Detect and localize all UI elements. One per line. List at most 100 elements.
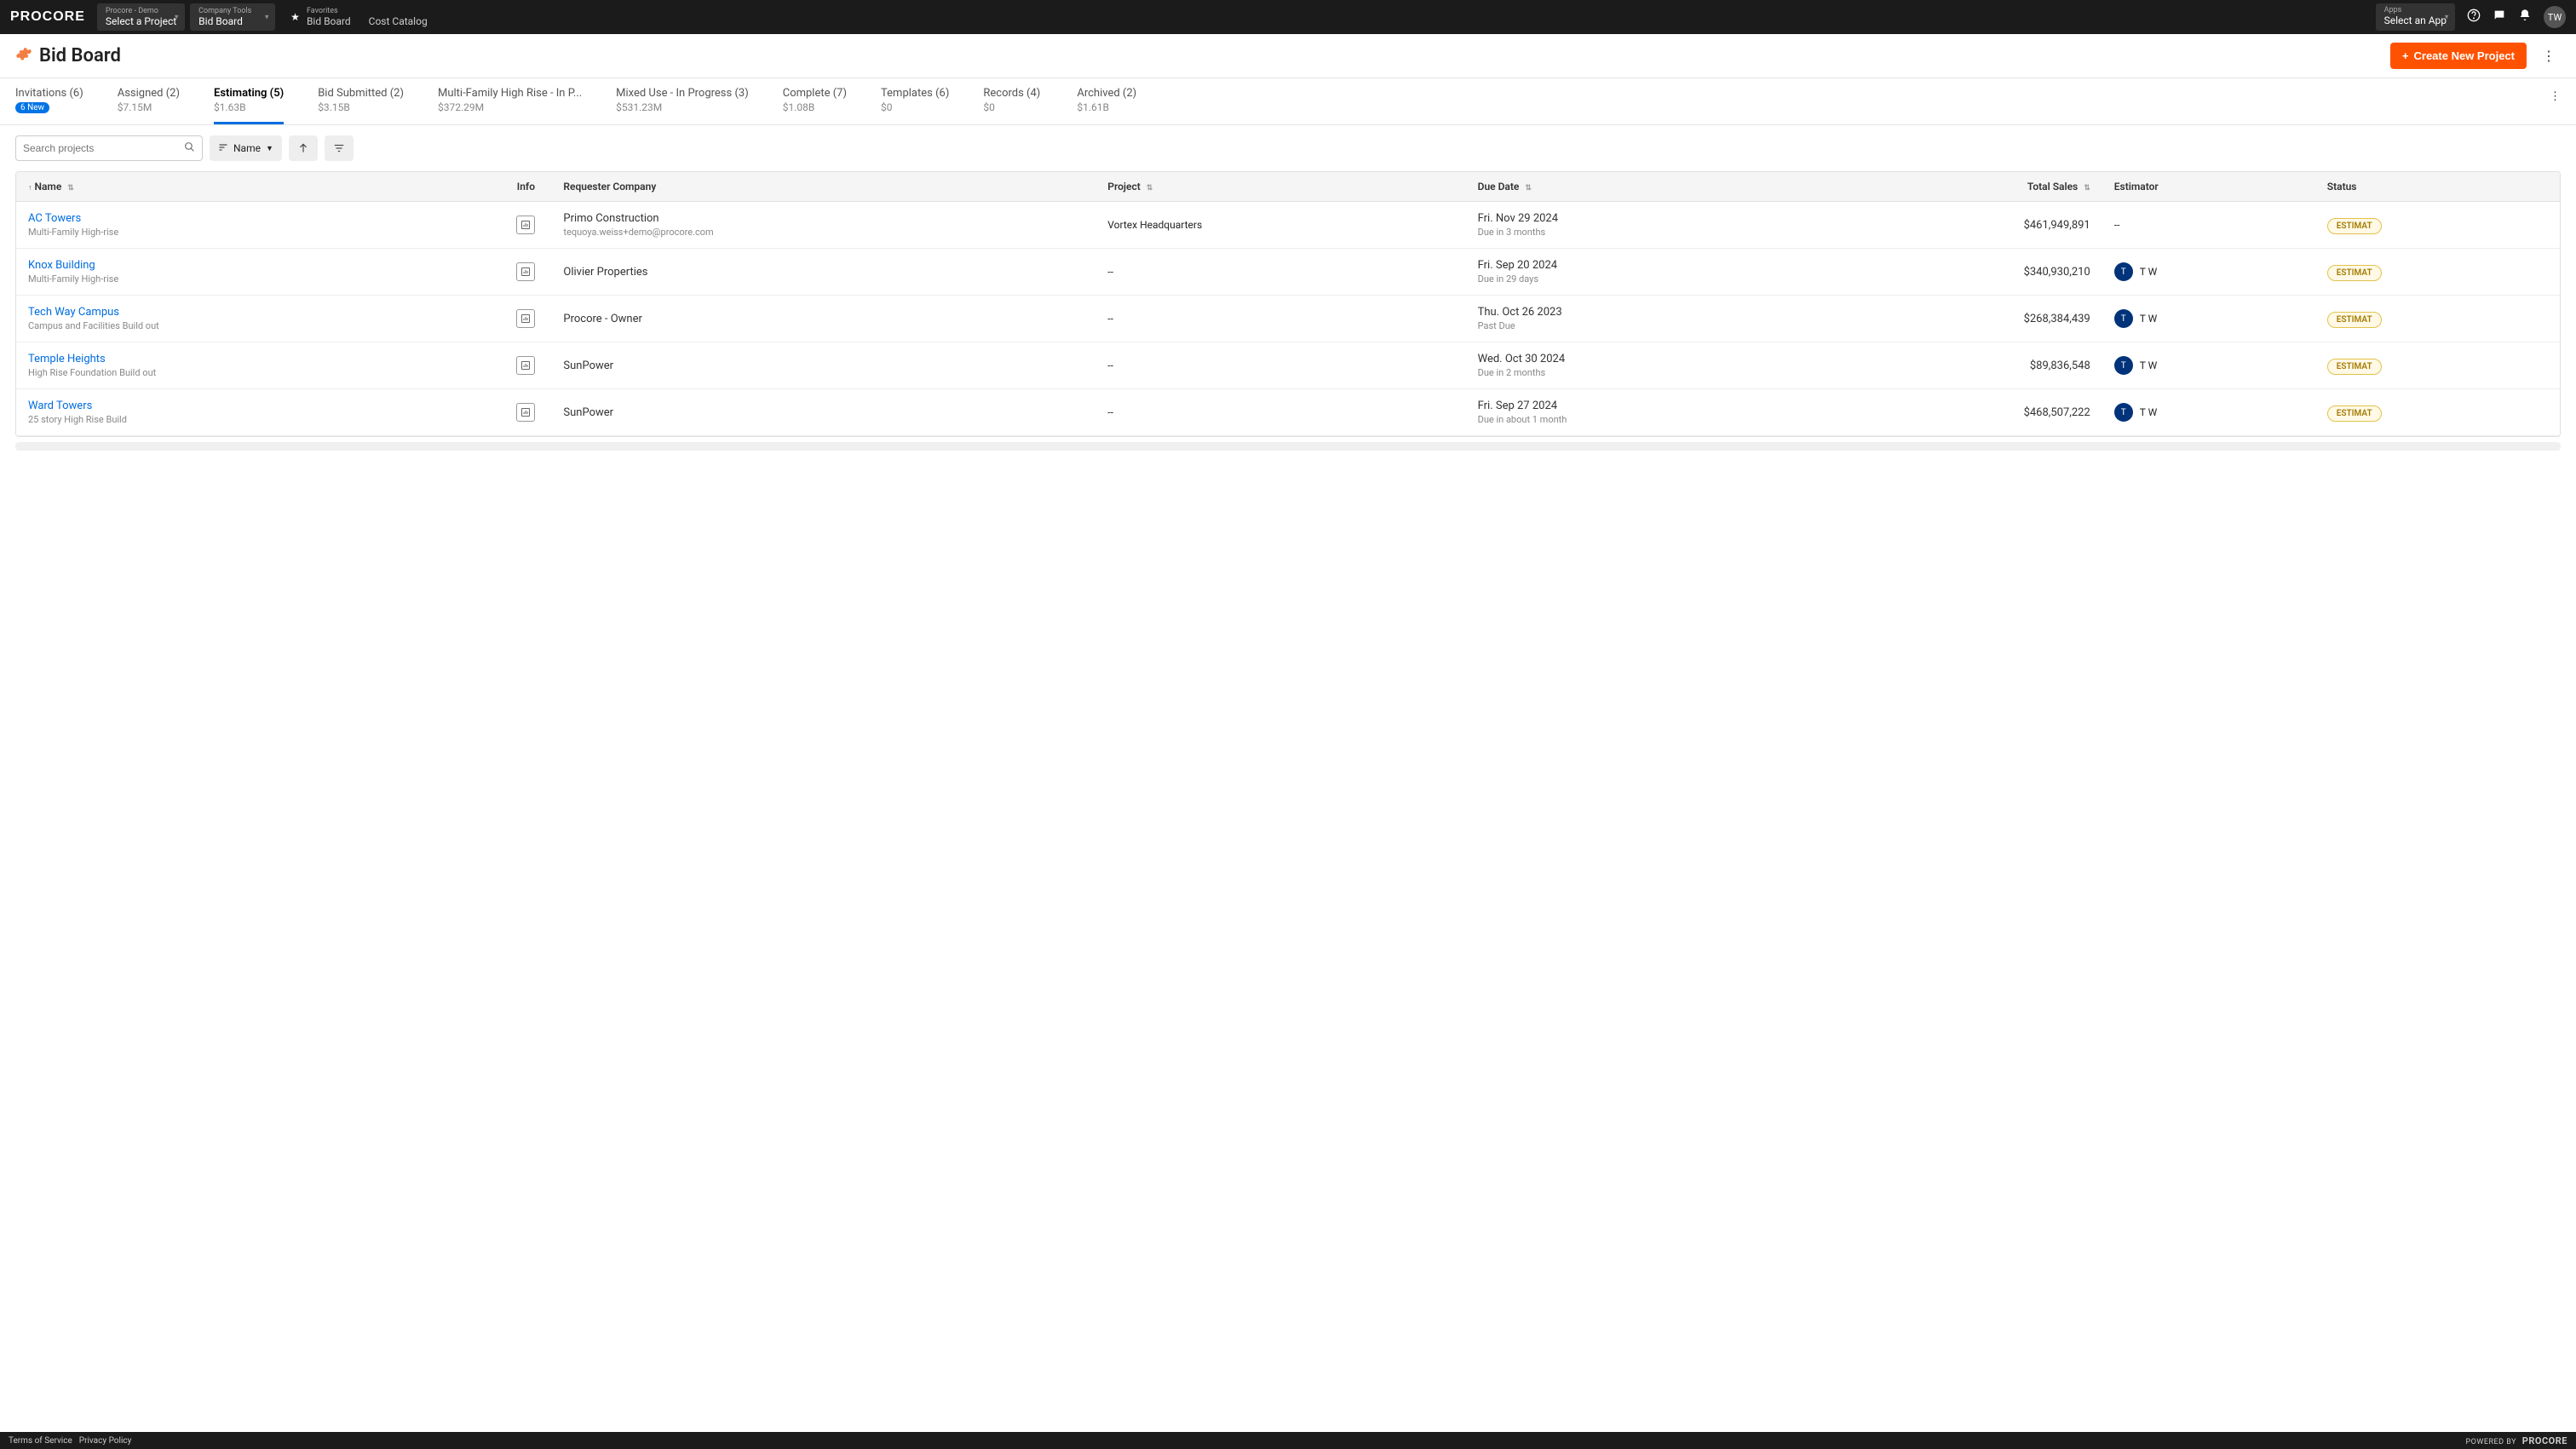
- project-cell: --: [1107, 313, 1113, 325]
- procore-logo: PROCORE: [10, 9, 85, 25]
- due-date: Fri. Nov 29 2024: [1478, 212, 1808, 225]
- projects-table-wrapper: ↑ Name ⇅ Info Requester Company Project …: [15, 171, 2561, 437]
- apps-dropdown[interactable]: Apps Select an App ▼: [2376, 3, 2455, 31]
- stage-tab[interactable]: Mixed Use - In Progress (3)$531.23M: [616, 83, 749, 124]
- requester-company: Procore - Owner: [563, 313, 1084, 325]
- project-cell: Vortex Headquarters: [1107, 219, 1202, 231]
- stage-tab[interactable]: Archived (2)$1.61B: [1077, 83, 1136, 124]
- tab-label: Multi-Family High Rise - In P...: [438, 87, 582, 100]
- due-date: Fri. Sep 27 2024: [1478, 400, 1808, 412]
- tab-subtext: $372.29M: [438, 101, 582, 113]
- stage-tab[interactable]: Assigned (2)$7.15M: [118, 83, 180, 124]
- project-name-link[interactable]: Temple Heights: [28, 353, 488, 365]
- favorites-label: Favorites: [307, 7, 443, 15]
- chat-icon[interactable]: [2493, 9, 2506, 26]
- sort-direction-button[interactable]: [289, 135, 318, 161]
- project-selector-dropdown[interactable]: Procore - Demo Select a Project ▼: [97, 3, 185, 31]
- status-badge: ESTIMAT: [2327, 405, 2382, 422]
- bell-icon[interactable]: [2518, 9, 2532, 26]
- create-new-project-button[interactable]: + Create New Project: [2390, 43, 2527, 69]
- col-due[interactable]: Due Date ⇅: [1466, 172, 1820, 202]
- col-estimator[interactable]: Estimator: [2102, 172, 2315, 202]
- stage-tabs: Invitations (6) 6 New Assigned (2)$7.15M Es…: [0, 78, 2576, 125]
- stage-tab[interactable]: Complete (7)$1.08B: [783, 83, 847, 124]
- privacy-link[interactable]: Privacy Policy: [79, 1436, 132, 1446]
- tab-subtext: $1.63B: [214, 101, 284, 113]
- company-tools-label: Company Tools: [198, 7, 267, 15]
- page-header: Bid Board + Create New Project ⋮: [0, 34, 2576, 78]
- search-icon[interactable]: [184, 141, 195, 156]
- new-badge: 6 New: [15, 102, 49, 113]
- stage-tab[interactable]: Multi-Family High Rise - In P...$372.29M: [438, 83, 582, 124]
- project-name-link[interactable]: Ward Towers: [28, 400, 488, 412]
- apps-label: Apps: [2384, 6, 2447, 14]
- info-chart-icon[interactable]: [516, 216, 535, 234]
- table-row: Ward Towers25 story High Rise BuildSunPo…: [16, 389, 2560, 436]
- col-info[interactable]: Info: [500, 172, 551, 202]
- estimator-name: T W: [2140, 266, 2158, 278]
- table-row: Temple HeightsHigh Rise Foundation Build…: [16, 342, 2560, 389]
- tabs-overflow-icon[interactable]: ⋮: [2550, 90, 2561, 103]
- project-cell: --: [1107, 266, 1113, 278]
- stage-tab[interactable]: Estimating (5)$1.63B: [214, 83, 284, 124]
- tab-label: Invitations (6): [15, 87, 83, 100]
- due-date: Wed. Oct 30 2024: [1478, 353, 1808, 365]
- star-icon[interactable]: ★: [290, 11, 300, 23]
- info-chart-icon[interactable]: [516, 403, 535, 422]
- project-selector-value: Select a Project: [106, 15, 176, 27]
- due-relative: Due in 3 months: [1478, 227, 1808, 238]
- info-chart-icon[interactable]: [516, 262, 535, 281]
- more-options-icon[interactable]: ⋮: [2537, 44, 2561, 67]
- stage-tab[interactable]: Invitations (6) 6 New: [15, 83, 83, 124]
- col-status[interactable]: Status: [2315, 172, 2560, 202]
- company-tools-dropdown[interactable]: Company Tools Bid Board ▼: [190, 3, 275, 31]
- status-badge: ESTIMAT: [2327, 359, 2382, 375]
- sort-lines-icon: [218, 142, 228, 155]
- requester-company: Primo Construction: [563, 212, 1084, 225]
- project-subtitle: Multi-Family High-rise: [28, 227, 488, 238]
- project-selector-label: Procore - Demo: [106, 7, 176, 15]
- sort-by-dropdown[interactable]: Name ▼: [210, 135, 282, 161]
- horizontal-scrollbar[interactable]: [15, 442, 2561, 451]
- total-sales: $89,836,548: [2030, 359, 2090, 372]
- terms-link[interactable]: Terms of Service: [9, 1436, 72, 1446]
- project-name-link[interactable]: Tech Way Campus: [28, 306, 488, 319]
- stage-tab[interactable]: Bid Submitted (2)$3.15B: [318, 83, 404, 124]
- tab-label: Templates (6): [881, 87, 949, 100]
- user-avatar[interactable]: TW: [2544, 6, 2566, 28]
- total-sales: $461,949,891: [2024, 219, 2090, 232]
- info-chart-icon[interactable]: [516, 356, 535, 375]
- plus-icon: +: [2402, 49, 2409, 62]
- requester-email: tequoya.weiss+demo@procore.com: [563, 227, 1084, 238]
- fav-link-bid-board[interactable]: Bid Board: [307, 15, 351, 27]
- sort-label: Name: [233, 142, 261, 154]
- tab-label: Assigned (2): [118, 87, 180, 100]
- requester-company: SunPower: [563, 406, 1084, 419]
- total-sales: $340,930,210: [2024, 266, 2090, 279]
- search-input[interactable]: [23, 142, 184, 154]
- col-requester[interactable]: Requester Company: [551, 172, 1095, 202]
- gear-icon[interactable]: [15, 45, 32, 66]
- requester-company: SunPower: [563, 359, 1084, 372]
- create-button-label: Create New Project: [2414, 49, 2516, 62]
- stage-tab[interactable]: Records (4)$0: [983, 83, 1043, 124]
- col-name[interactable]: ↑ Name ⇅: [16, 172, 500, 202]
- search-input-wrapper[interactable]: [15, 135, 203, 161]
- powered-by-label: POWERED BY PROCORE: [2465, 1435, 2567, 1446]
- estimator-avatar: T: [2114, 309, 2133, 328]
- col-sales[interactable]: Total Sales ⇅: [1820, 172, 2102, 202]
- project-name-link[interactable]: AC Towers: [28, 212, 488, 225]
- project-name-link[interactable]: Knox Building: [28, 259, 488, 272]
- filter-button[interactable]: [325, 135, 354, 161]
- table-row: AC Towers Multi-Family High-rise Primo Con…: [16, 202, 2560, 249]
- info-chart-icon[interactable]: [516, 309, 535, 328]
- tab-subtext: $3.15B: [318, 101, 404, 113]
- tab-label: Bid Submitted (2): [318, 87, 404, 100]
- col-project[interactable]: Project ⇅: [1095, 172, 1465, 202]
- fav-link-cost-catalog[interactable]: Cost Catalog: [369, 15, 428, 27]
- stage-tab[interactable]: Templates (6)$0: [881, 83, 949, 124]
- due-relative: Past Due: [1478, 320, 1808, 331]
- help-icon[interactable]: [2467, 9, 2481, 26]
- footer: Terms of Service Privacy Policy POWERED …: [0, 1432, 2576, 1449]
- topbar: PROCORE Procore - Demo Select a Project …: [0, 0, 2576, 34]
